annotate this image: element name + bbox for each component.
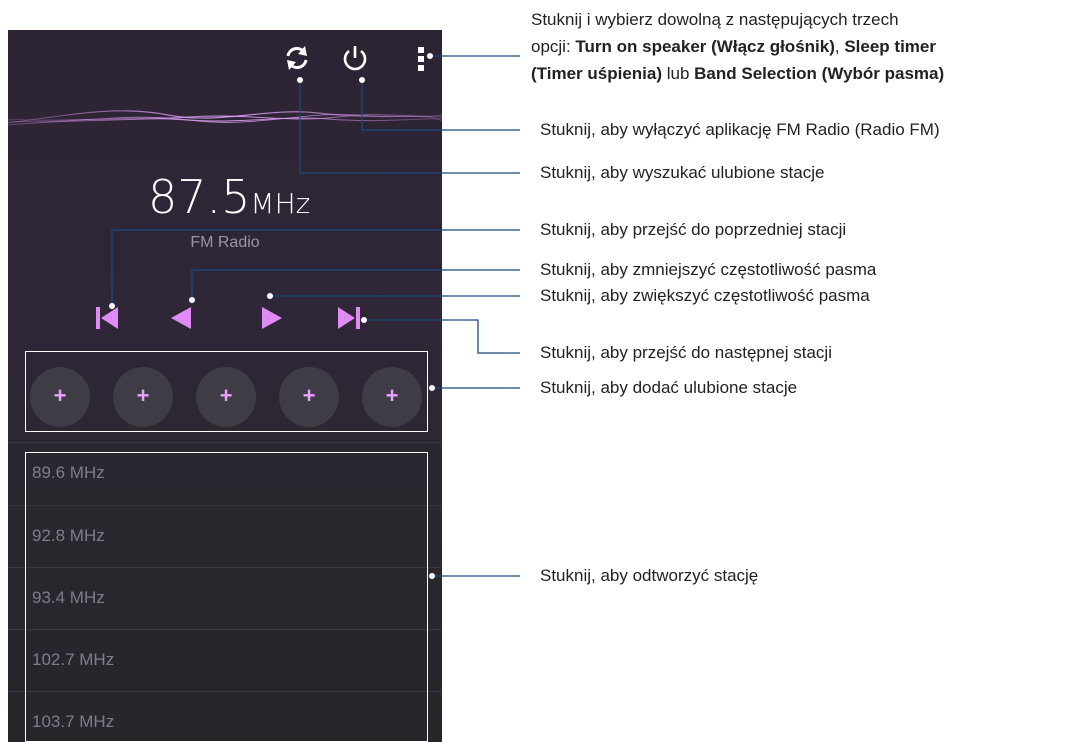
add-favorite-annotation: Stuknij, aby dodać ulubione stacje bbox=[540, 378, 798, 397]
more-vert-icon[interactable] bbox=[416, 46, 428, 72]
frequency-value: 87.5 bbox=[148, 170, 251, 224]
step-back-icon[interactable] bbox=[170, 306, 192, 330]
increase-annotation: Stuknij, aby zwiększyć częstotliwość pas… bbox=[540, 286, 870, 305]
menu-annotation: Stuknij i wybierz dowolną z następującyc… bbox=[531, 10, 945, 83]
search-annotation: Stuknij, aby wyszukać ulubione stacje bbox=[540, 163, 825, 182]
frequency-unit: MHz bbox=[250, 187, 311, 220]
station-name: FM Radio bbox=[190, 234, 260, 251]
skip-previous-icon[interactable] bbox=[96, 306, 120, 330]
frequency-display: 87.5MHz bbox=[148, 170, 310, 224]
decrease-annotation: Stuknij, aby zmniejszyć częstotliwość pa… bbox=[540, 260, 877, 279]
prev-station-annotation: Stuknij, aby przejść do poprzedniej stac… bbox=[540, 220, 847, 239]
next-station-annotation: Stuknij, aby przejść do następnej stacji bbox=[540, 343, 832, 362]
station-list-highlight-box bbox=[25, 452, 428, 742]
refresh-icon[interactable] bbox=[283, 44, 311, 72]
skip-next-icon[interactable] bbox=[336, 306, 360, 330]
power-icon[interactable] bbox=[341, 43, 369, 73]
favorites-highlight-box bbox=[25, 351, 428, 432]
power-annotation: Stuknij, aby wyłączyć aplikację FM Radio… bbox=[540, 120, 940, 139]
step-forward-icon[interactable] bbox=[261, 306, 283, 330]
play-station-annotation: Stuknij, aby odtworzyć stację bbox=[540, 566, 759, 585]
